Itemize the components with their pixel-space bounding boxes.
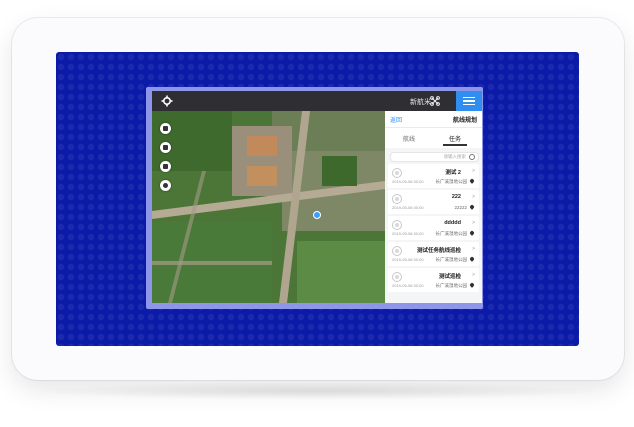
location-pin-icon	[469, 178, 475, 184]
list-item[interactable]: 测试 2 > 2019-05-08 00:00 长广溪湿地公园	[388, 164, 479, 188]
tab-routes[interactable]: 航线	[403, 134, 415, 143]
task-name: 222	[451, 194, 461, 200]
chevron-right-icon: >	[472, 272, 475, 278]
list-item[interactable]: 222 > 2019-05-08 00:00 22222	[388, 190, 479, 214]
location-pin-icon	[469, 204, 475, 210]
active-tab-indicator	[443, 144, 467, 146]
task-location: 长广溪湿地公园	[435, 283, 468, 288]
panel-title: 航线规划	[452, 118, 477, 124]
search-icon[interactable]	[469, 154, 475, 160]
task-name: 测试任务航线巡检	[416, 248, 461, 254]
list-item[interactable]: 测试巡检 > 2019-05-08 00:00 长广溪湿地公园	[388, 268, 479, 292]
search-placeholder: 请输入搜索	[443, 154, 467, 159]
close-tool-icon[interactable]	[160, 123, 171, 134]
task-name: 测试 2	[445, 170, 461, 176]
location-pin-icon	[469, 282, 475, 288]
device-shadow	[30, 382, 604, 400]
task-date: 2019-05-08 00:00	[392, 283, 424, 288]
chevron-right-icon: >	[472, 246, 475, 252]
chevron-right-icon: >	[472, 194, 475, 200]
satellite-map[interactable]	[152, 111, 385, 303]
location-pin-icon	[469, 230, 475, 236]
task-location: 长广溪湿地公园	[435, 231, 468, 236]
top-bar: 新航米	[152, 91, 482, 111]
task-thumbnail-icon	[392, 246, 402, 256]
task-name: ddddd	[444, 220, 461, 226]
task-date: 2019-05-08 00:00	[392, 231, 424, 236]
search-input[interactable]: 请输入搜索	[390, 152, 479, 162]
chevron-right-icon: >	[472, 168, 475, 174]
chevron-right-icon: >	[472, 220, 475, 226]
tab-tasks[interactable]: 任务	[449, 134, 461, 143]
task-thumbnail-icon	[392, 168, 402, 178]
panel-header: 返回 航线规划	[385, 111, 482, 128]
location-pin-icon	[469, 256, 475, 262]
task-location: 22222	[454, 205, 467, 210]
task-thumbnail-icon	[392, 272, 402, 282]
task-date: 2019-05-08 00:00	[392, 179, 424, 184]
hamburger-menu-icon[interactable]	[456, 91, 482, 111]
gear-icon[interactable]	[161, 95, 173, 107]
route-panel: 返回 航线规划 航线 任务 请输入搜索 测试 2 > 2019-05-08 00…	[385, 111, 482, 303]
task-location: 长广溪湿地公园	[435, 179, 468, 184]
list-item[interactable]: 测试任务航线巡检 > 2019-05-08 00:00 长广溪湿地公园	[388, 242, 479, 266]
task-date: 2019-05-08 00:00	[392, 205, 424, 210]
list-item[interactable]: ddddd > 2019-05-08 00:00 长广溪湿地公园	[388, 216, 479, 240]
task-date: 2019-05-08 00:00	[392, 257, 424, 262]
task-thumbnail-icon	[392, 194, 402, 204]
camera-tool-icon[interactable]	[160, 161, 171, 172]
drone-icon[interactable]	[430, 96, 440, 106]
panel-tabs: 航线 任务	[385, 128, 482, 148]
task-name: 测试巡检	[438, 274, 461, 280]
app-window: 新航米 返回 航线规划 航线 任务 请输入搜索 测试 2 > 2019-05-0…	[152, 91, 482, 303]
record-tool-icon[interactable]	[160, 180, 171, 191]
task-thumbnail-icon	[392, 220, 402, 230]
save-tool-icon[interactable]	[160, 142, 171, 153]
task-location: 长广溪湿地公园	[435, 257, 468, 262]
back-link[interactable]: 返回	[390, 115, 402, 124]
device-name: 新航米	[410, 99, 431, 106]
